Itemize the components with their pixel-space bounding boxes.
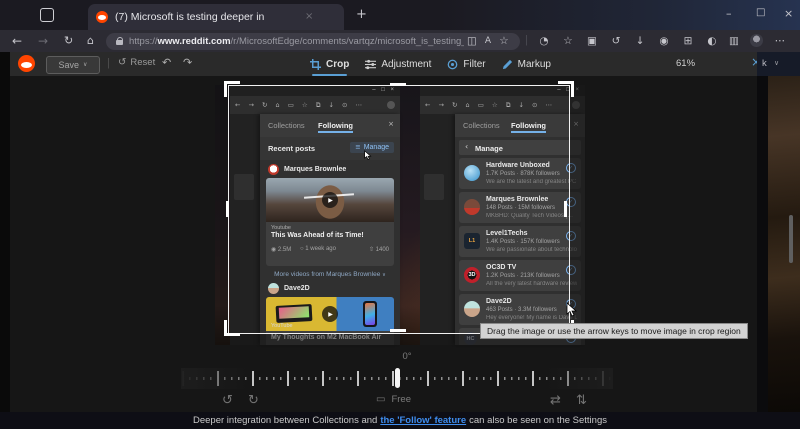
mini-avatar — [572, 101, 580, 109]
tab-actions-icon[interactable] — [40, 8, 54, 22]
divider: | — [525, 34, 528, 46]
url-field[interactable]: https://www.reddit.com/r/MicrosoftEdge/c… — [106, 33, 520, 50]
page-scrollbar-thumb[interactable] — [789, 215, 793, 263]
browser-tab[interactable]: (7) Microsoft is testing deeper in × — [88, 4, 344, 30]
browser-titlebar: (7) Microsoft is testing deeper in × + –… — [0, 0, 800, 30]
forward-icon[interactable]: → — [38, 35, 48, 47]
aspect-ratio-icon: ▭ — [376, 395, 385, 405]
page-peek-button[interactable]: k ∨ — [757, 52, 800, 76]
tab-adjustment[interactable]: Adjustment — [365, 52, 431, 76]
flyout-close-icon: × — [573, 121, 579, 128]
video-title: My Thoughts on M2 MacBook Air — [271, 334, 381, 341]
window-close-icon[interactable]: × — [784, 8, 793, 19]
rotation-handle[interactable] — [395, 368, 400, 388]
history-icon[interactable]: ↺ — [608, 36, 624, 47]
crop-handle-top-right[interactable] — [558, 81, 574, 97]
caption-text: Deeper integration between Collections a… — [193, 415, 377, 426]
sliders-icon — [365, 59, 376, 70]
mouse-cursor-icon — [566, 302, 578, 318]
screen: (7) Microsoft is testing deeper in × + –… — [0, 0, 800, 429]
favorite-star-icon[interactable]: ☆ — [496, 36, 512, 47]
image-editor-toolbar: Save ∨ | ↺ Reset ↶ ↷ Crop Adjustment Fil… — [10, 52, 757, 77]
crop-tooltip: Drag the image or use the arrow keys to … — [480, 323, 748, 339]
chevron-down-icon: ∨ — [83, 62, 87, 68]
crop-handle-top[interactable] — [390, 83, 406, 86]
reddit-favicon-icon — [96, 11, 108, 23]
essentials-icon[interactable]: ◐ — [704, 36, 720, 47]
editor-tabs: Crop Adjustment Filter Markup — [310, 52, 551, 76]
page-left-sliver — [0, 52, 10, 412]
reddit-logo-icon — [18, 55, 35, 72]
tab-close-icon[interactable]: × — [305, 12, 313, 22]
flip-horizontal-icon[interactable]: ⇄ — [550, 394, 561, 407]
undo-icon[interactable]: ↶ — [162, 57, 171, 68]
save-button[interactable]: Save ∨ — [46, 56, 100, 74]
zoom-level: 61% — [676, 58, 695, 69]
page-background-image — [768, 76, 800, 412]
filter-icon — [447, 59, 458, 70]
crop-handle-left[interactable] — [226, 201, 229, 217]
crop-handle-right[interactable] — [564, 201, 567, 217]
editor-canvas: – □ × ← → ↻ ⌂ ▭ ☆ ⧉ ↓ ⊙ ⋯ Collections Fo… — [10, 76, 757, 412]
rotate-right-icon[interactable]: ↻ — [248, 394, 259, 407]
crop-handle-bottom[interactable] — [390, 329, 406, 332]
sidebar-icon[interactable]: ▥ — [726, 36, 742, 47]
caption-text: can also be seen on the Settings — [469, 415, 607, 426]
read-aloud-icon[interactable]: A — [480, 37, 496, 46]
favorites-icon[interactable]: ☆ — [560, 36, 576, 47]
rotation-dial[interactable] — [182, 369, 612, 388]
flip-vertical-icon[interactable]: ⇅ — [576, 394, 587, 407]
follow-feature-link[interactable]: the 'Follow' feature — [380, 415, 466, 426]
tab-crop[interactable]: Crop — [310, 52, 349, 76]
performance-icon[interactable]: ◔ — [536, 36, 552, 47]
home-icon[interactable]: ⌂ — [87, 35, 94, 46]
chevron-down-icon: ∨ — [774, 60, 779, 67]
lock-icon — [116, 40, 123, 45]
tab-title: (7) Microsoft is testing deeper in — [115, 11, 305, 23]
redo-icon[interactable]: ↷ — [183, 57, 192, 68]
reset-button[interactable]: ↺ Reset — [118, 57, 155, 68]
apps-icon[interactable]: ⊞ — [680, 36, 696, 47]
rotation-value: 0° — [387, 351, 427, 362]
new-tab-icon[interactable]: + — [356, 8, 367, 21]
url-text: https://www.reddit.com/r/MicrosoftEdge/c… — [129, 36, 464, 47]
defender-icon[interactable]: ◉ — [656, 36, 672, 47]
reset-icon: ↺ — [118, 58, 126, 68]
split-screen-icon[interactable]: ◫ — [464, 36, 480, 47]
rotate-left-icon[interactable]: ↺ — [222, 394, 233, 407]
page-caption: Deeper integration between Collections a… — [0, 412, 800, 429]
downloads-icon[interactable]: ↓ — [632, 36, 648, 47]
crop-handle-top-left[interactable] — [224, 81, 240, 97]
crop-rectangle[interactable] — [228, 85, 570, 334]
window-minimize-icon[interactable]: – — [726, 8, 732, 19]
refresh-icon[interactable]: ↻ — [64, 35, 73, 46]
aspect-ratio-button[interactable]: ▭ Free — [376, 394, 411, 405]
back-icon[interactable]: ← — [12, 35, 22, 47]
tab-markup[interactable]: Markup — [502, 52, 551, 76]
divider: | — [107, 57, 110, 69]
window-maximize-icon[interactable]: □ — [756, 8, 765, 18]
collections-icon[interactable]: ▣ — [584, 36, 600, 47]
profile-avatar[interactable] — [750, 34, 763, 47]
settings-menu-icon[interactable]: ⋯ — [772, 36, 788, 47]
crop-handle-bottom-left[interactable] — [224, 320, 240, 336]
pen-icon — [502, 59, 513, 70]
crop-icon — [310, 59, 321, 70]
address-bar: ← → ↻ ⌂ https://www.reddit.com/r/Microso… — [0, 30, 800, 52]
tab-filter[interactable]: Filter — [447, 52, 485, 76]
